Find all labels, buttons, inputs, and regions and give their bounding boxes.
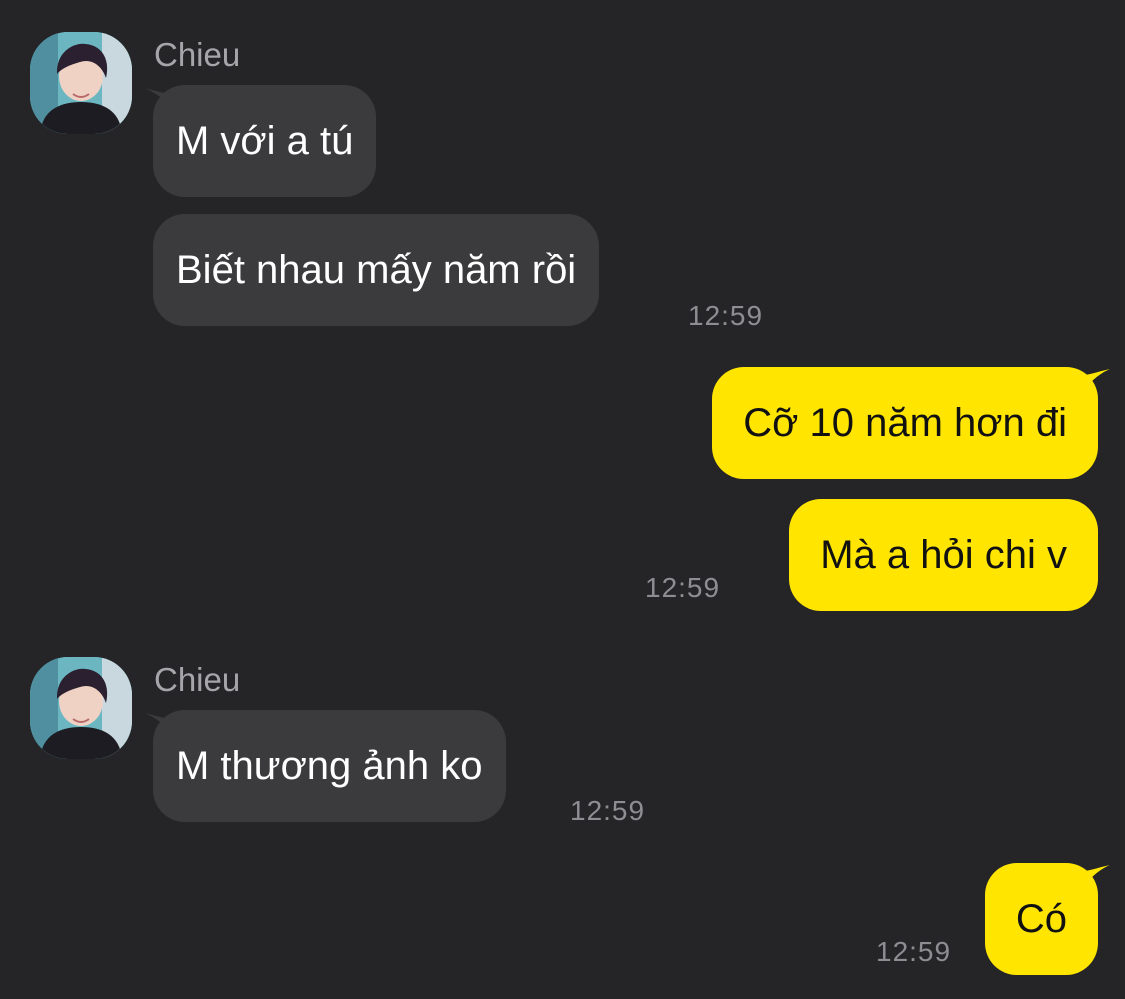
message-bubble-outgoing[interactable]: Mà a hỏi chi v	[789, 499, 1098, 611]
profile-photo-icon	[30, 657, 132, 759]
message-timestamp: 12:59	[688, 300, 764, 331]
message-timestamp: 12:59	[570, 795, 646, 826]
sender-name: Chieu	[154, 36, 241, 73]
message-bubble-outgoing[interactable]: Cỡ 10 năm hơn đi	[712, 367, 1098, 479]
message-bubble-incoming[interactable]: Biết nhau mấy năm rồi	[153, 214, 600, 326]
sender-name: Chieu	[154, 661, 241, 698]
message-timestamp: 12:59	[645, 572, 721, 603]
message-bubble-incoming[interactable]: M thương ảnh ko	[153, 710, 506, 822]
message-bubble-outgoing[interactable]: Có	[984, 863, 1098, 975]
profile-photo-icon	[30, 32, 132, 134]
avatar[interactable]	[30, 32, 132, 134]
chat-conversation: Chieu M với a tú Biết nhau mấy năm rồi 1…	[0, 0, 1125, 999]
avatar[interactable]	[30, 657, 132, 759]
message-bubble-incoming[interactable]: M với a tú	[153, 85, 377, 197]
message-timestamp: 12:59	[876, 936, 952, 967]
